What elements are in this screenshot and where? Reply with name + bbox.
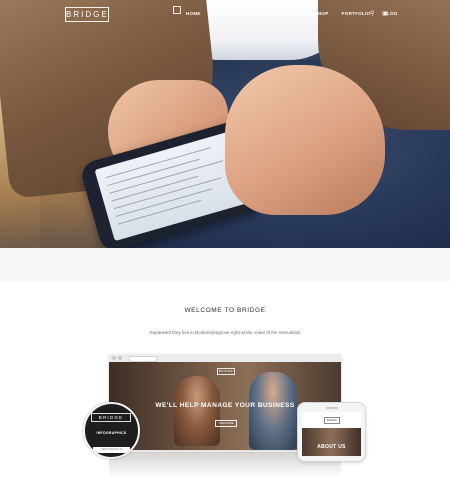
circle-logo: BRIDGE — [91, 413, 131, 422]
phone-title: ABOUT US — [317, 444, 346, 450]
browser-toolbar — [109, 354, 341, 362]
infographics-circle: BRIDGE INFOGRAPHICS VIEW PORTFOLIO — [83, 402, 140, 459]
phone-speaker — [326, 407, 338, 409]
mockup-person-left — [174, 376, 220, 446]
menu-marker-icon — [173, 6, 181, 14]
phone-image — [302, 428, 361, 456]
hero-image: BRIDGE HOME DEMOS PAGES ELEMENTS SHOP PO… — [0, 0, 450, 248]
page-title: WELCOME TO BRIDGE — [184, 307, 266, 314]
hero-hand-right — [225, 65, 385, 215]
nav-item-shop[interactable]: SHOP — [315, 11, 329, 16]
phone-logo: BRIDGE — [324, 417, 340, 424]
mockup-button: VIEW MORE — [215, 420, 237, 427]
phone-screen: BRIDGE ABOUT US — [302, 412, 361, 456]
mockup-logo: BRIDGE — [217, 368, 235, 375]
phone-header: BRIDGE — [302, 412, 361, 428]
phone-mockup: BRIDGE ABOUT US — [297, 402, 366, 462]
page-subtitle: Separated they live in Bookmarksgrove ri… — [149, 330, 301, 335]
cart-icon[interactable]: ▣ — [382, 11, 388, 17]
nav-item-elements[interactable]: ELEMENTS — [275, 11, 302, 16]
nav-icons: ⚲ ▣ — [364, 10, 388, 17]
circle-sub: VIEW PORTFOLIO — [93, 447, 130, 453]
circle-label: INFOGRAPHICS — [96, 431, 127, 435]
search-icon[interactable]: ⚲ — [370, 11, 374, 17]
nav-item-demos[interactable]: DEMOS — [214, 11, 232, 16]
divider-band — [0, 248, 450, 282]
nav-item-home[interactable]: HOME — [186, 11, 201, 16]
site-logo[interactable]: BRIDGE — [65, 7, 109, 22]
mockup-person-right — [249, 372, 297, 450]
nav-item-pages[interactable]: PAGES — [245, 11, 262, 16]
